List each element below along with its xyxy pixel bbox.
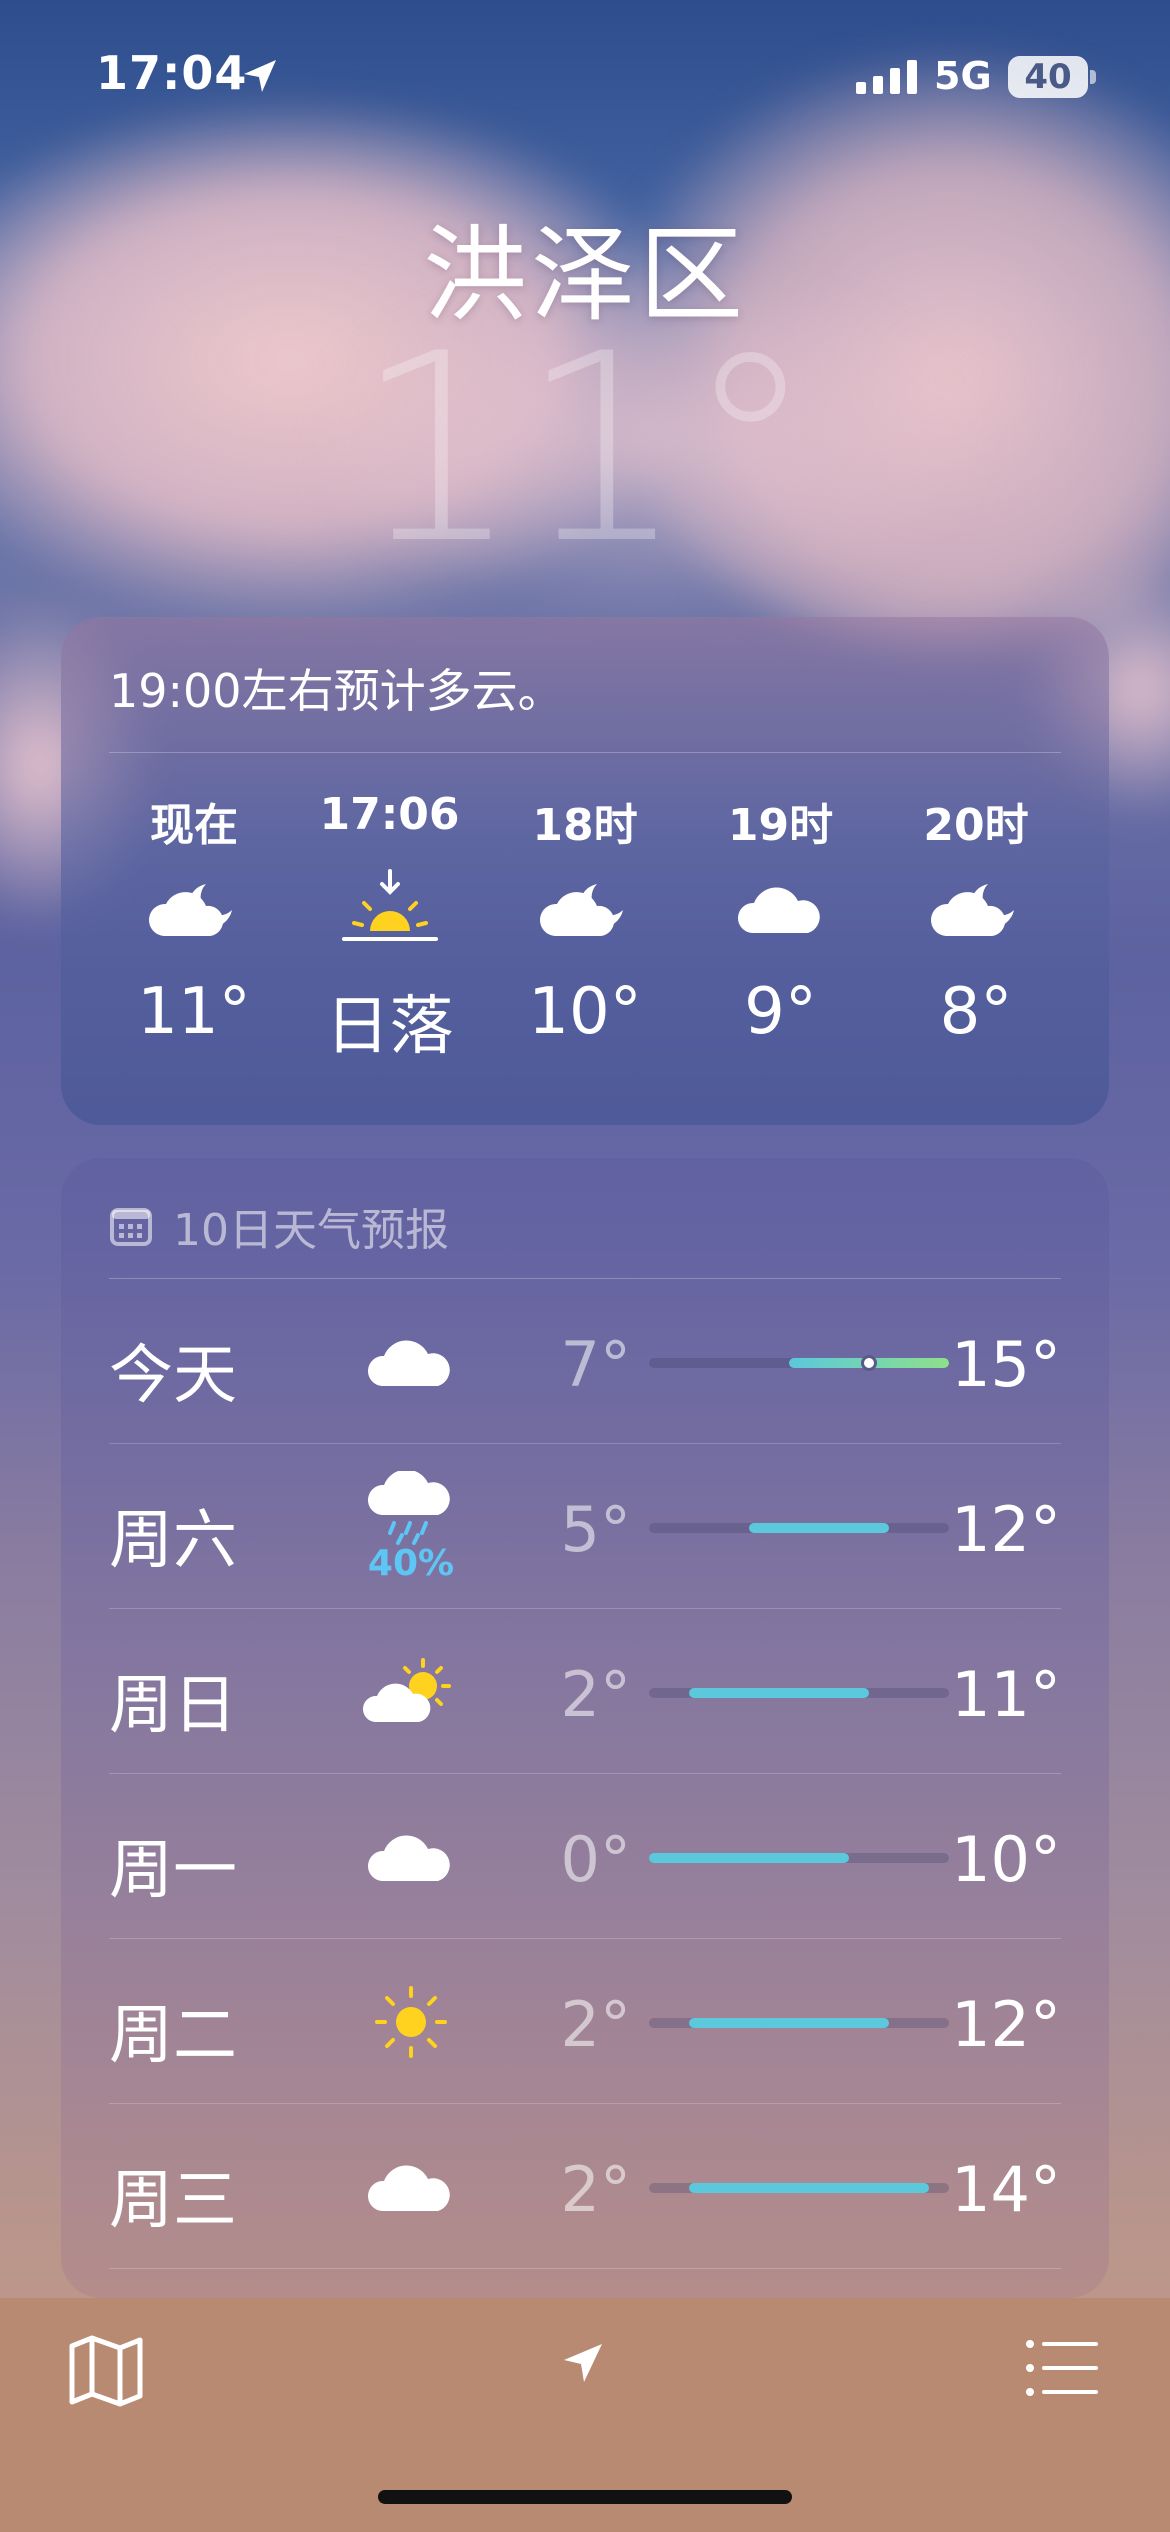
map-icon[interactable] — [66, 2330, 146, 2410]
temp-range-bar — [649, 1355, 949, 1371]
low-temp: 2° — [560, 2153, 631, 2226]
status-bar: 17:04 5G 40 — [0, 0, 1170, 150]
day-row[interactable]: 周六 40% 5° 12° — [109, 1445, 1061, 1609]
high-temp: 12° — [951, 1988, 1061, 2061]
day-row[interactable]: 周三 2° 14° — [109, 2105, 1061, 2269]
high-temp: 14° — [951, 2153, 1061, 2226]
day-name: 周三 — [109, 2164, 237, 2238]
location-arrow-icon — [244, 60, 276, 92]
temp-range-bar — [649, 1853, 949, 1863]
temp-range-bar — [649, 2183, 949, 2193]
day-name: 周二 — [109, 1999, 237, 2073]
hour-temp: 10° — [528, 975, 642, 1049]
divider — [109, 752, 1061, 753]
hourly-forecast-card[interactable]: 19:00左右预计多云。 现在 11° 17:06 日落 18时 10° 19时… — [61, 617, 1109, 1125]
day-name: 周日 — [109, 1669, 237, 1743]
battery-icon: 40 — [1008, 56, 1088, 98]
sun-icon — [341, 1940, 481, 2104]
high-temp: 10° — [951, 1823, 1061, 1896]
day-row[interactable]: 周一 0° 10° — [109, 1775, 1061, 1939]
high-temp: 11° — [951, 1658, 1061, 1731]
location-arrow-icon[interactable] — [560, 2340, 606, 2386]
rain-cloud-icon: 40% — [341, 1445, 481, 1609]
ten-day-forecast-card[interactable]: 10日天气预报 今天 7° 15° 周六 40% 5° 12° 周日 2° 11… — [61, 1158, 1109, 2298]
hour-item: 18时 10° — [500, 789, 670, 1067]
partly-cloudy-night-icon — [928, 849, 1024, 969]
forecast-summary: 19:00左右预计多云。 — [109, 664, 564, 718]
signal-icon — [856, 60, 917, 94]
cloud-icon — [341, 1280, 481, 1444]
partly-cloudy-night-icon — [537, 849, 633, 969]
day-name: 周一 — [109, 1834, 237, 1908]
hour-item: 19时 9° — [696, 789, 866, 1067]
home-indicator — [378, 2490, 792, 2504]
precip-chance: 40% — [367, 1542, 455, 1584]
status-time: 17:04 — [96, 46, 248, 100]
day-row[interactable]: 今天 7° 15° — [109, 1280, 1061, 1444]
hour-label: 现在 — [150, 800, 238, 851]
low-temp: 5° — [560, 1493, 631, 1566]
day-row[interactable]: 周二 2° 12° — [109, 1940, 1061, 2104]
sunset-icon — [340, 849, 440, 969]
current-temperature: 11° — [354, 299, 816, 601]
hour-temp: 11° — [137, 975, 251, 1049]
low-temp: 2° — [560, 1658, 631, 1731]
day-name: 今天 — [109, 1339, 237, 1413]
temp-range-bar — [649, 2018, 949, 2028]
day-row[interactable]: 周日 2° 11° — [109, 1610, 1061, 1774]
hour-item: 20时 8° — [891, 789, 1061, 1067]
hour-temp: 8° — [939, 975, 1013, 1049]
battery-cap — [1090, 70, 1096, 84]
calendar-icon — [110, 1208, 152, 1246]
hour-item: 17:06 日落 — [305, 789, 475, 1067]
cloud-icon — [341, 1775, 481, 1939]
hour-label: 19时 — [727, 800, 834, 851]
list-icon[interactable] — [1024, 2338, 1100, 2398]
cloud-icon — [341, 2105, 481, 2269]
network-type: 5G — [934, 54, 992, 98]
daily-header: 10日天气预报 — [109, 1194, 449, 1258]
hour-temp: 9° — [744, 975, 817, 1049]
cloud-icon — [736, 849, 826, 969]
day-name: 周六 — [109, 1504, 237, 1578]
high-temp: 12° — [951, 1493, 1061, 1566]
partly-cloudy-night-icon — [146, 849, 242, 969]
hourly-list: 现在 11° 17:06 日落 18时 10° 19时 9° 20时 8° — [109, 789, 1061, 1067]
hour-label: 17:06 — [319, 789, 460, 840]
low-temp: 2° — [560, 1988, 631, 2061]
high-temp: 15° — [951, 1328, 1061, 1401]
hour-label: 20时 — [923, 800, 1029, 851]
hour-label: 18时 — [532, 800, 638, 851]
hour-item: 现在 11° — [109, 789, 279, 1067]
hour-temp: 日落 — [325, 990, 454, 1064]
low-temp: 7° — [560, 1328, 631, 1401]
temp-range-bar — [649, 1523, 949, 1533]
divider — [109, 1278, 1061, 1279]
low-temp: 0° — [560, 1823, 631, 1896]
daily-header-label: 10日天气预报 — [173, 1205, 449, 1256]
current-temp-dot — [861, 1355, 877, 1371]
partly-sunny-icon — [341, 1610, 481, 1774]
temp-range-bar — [649, 1688, 949, 1698]
